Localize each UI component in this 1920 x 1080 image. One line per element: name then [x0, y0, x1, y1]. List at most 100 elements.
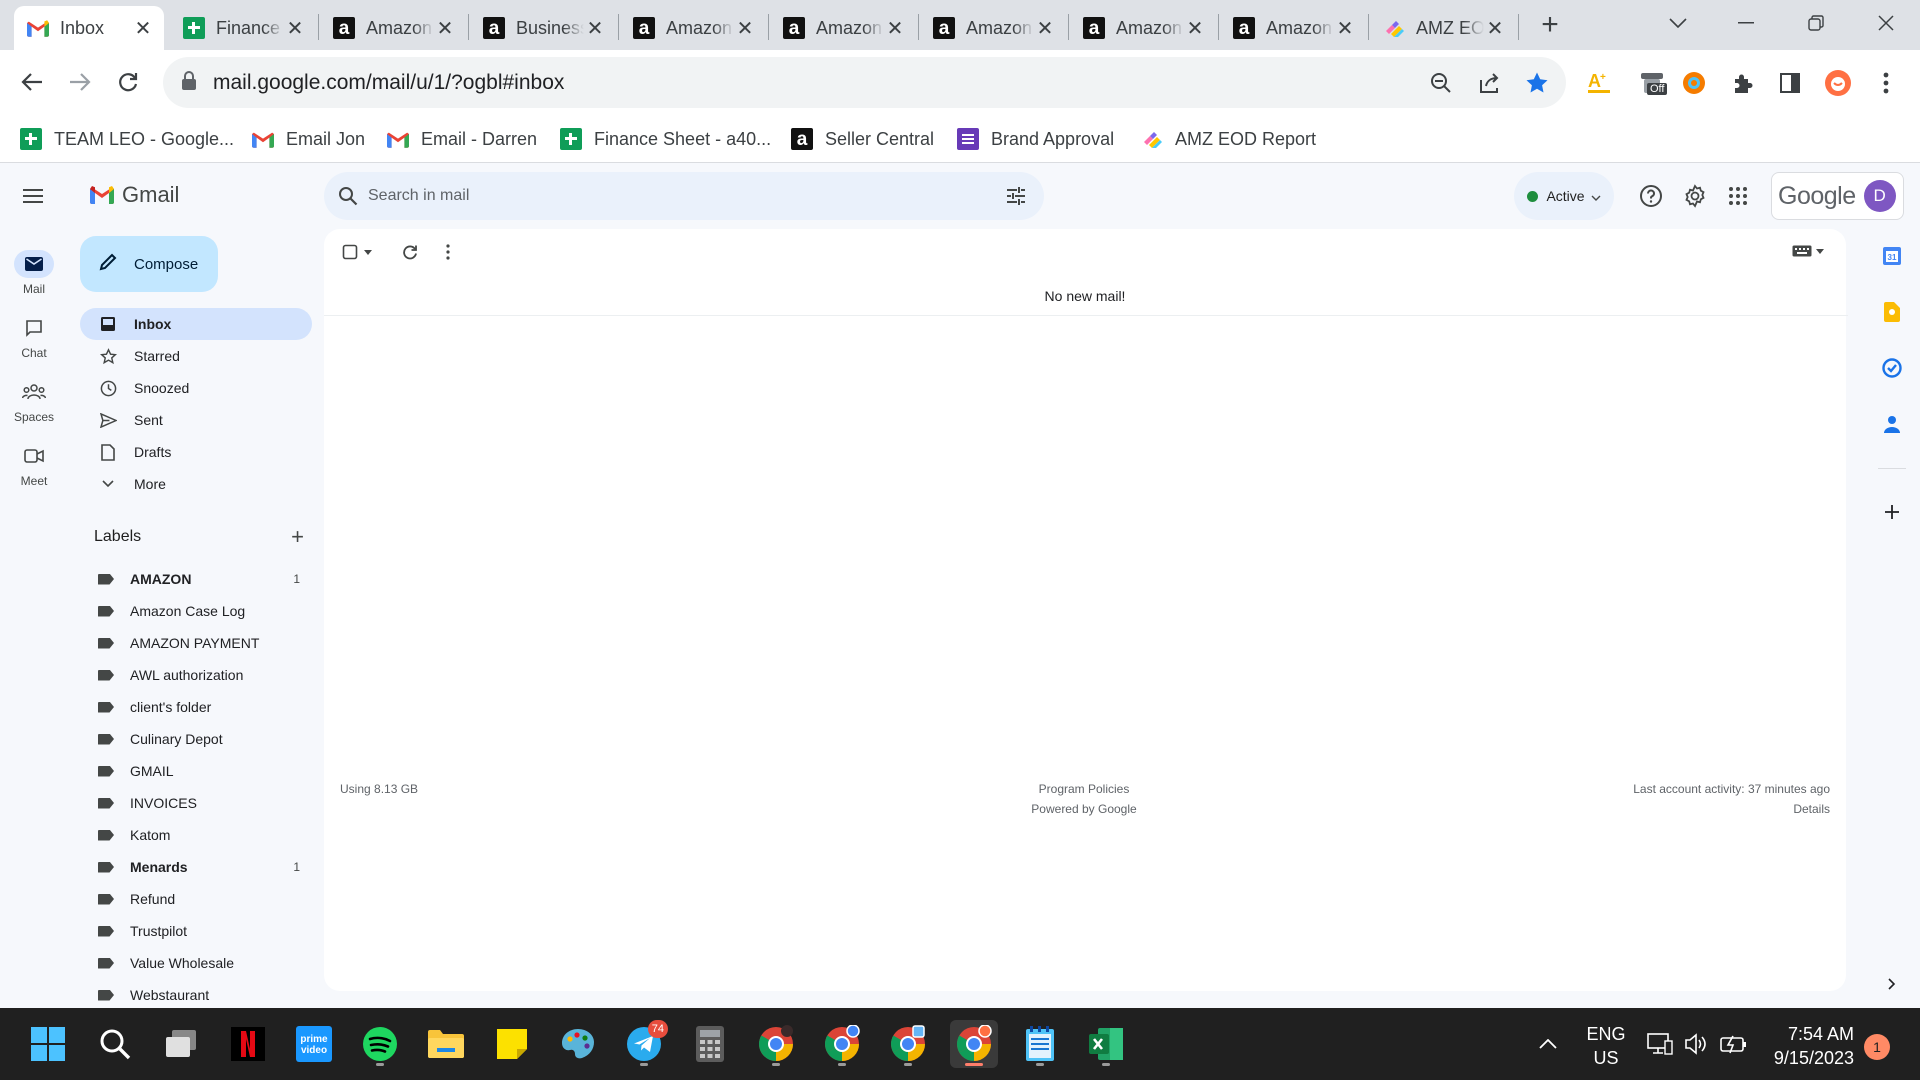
label-item[interactable]: AWL authorization	[80, 659, 312, 691]
rail-meet[interactable]: Meet	[0, 442, 68, 488]
bookmark-finance-sheet[interactable]: Finance Sheet - a40...	[560, 125, 771, 153]
label-item[interactable]: Katom	[80, 819, 312, 851]
tab-amazon[interactable]: a Amazon ✕	[1070, 6, 1216, 50]
nav-sent[interactable]: Sent	[80, 404, 312, 436]
close-icon[interactable]: ✕	[1484, 17, 1506, 40]
avatar[interactable]: D	[1863, 180, 1896, 212]
rail-spaces[interactable]: Spaces	[0, 378, 68, 424]
tab-amazon[interactable]: a Amazon ✕	[1220, 6, 1366, 50]
telegram-icon[interactable]: 74	[620, 1020, 668, 1068]
settings-gear-icon[interactable]	[1681, 182, 1709, 210]
ascout-extension-icon[interactable]: A +	[1584, 67, 1616, 99]
label-item[interactable]: Value Wholesale	[80, 947, 312, 979]
search-options-icon[interactable]	[1006, 186, 1026, 211]
profile-avatar-icon[interactable]	[1822, 67, 1854, 99]
chrome-profile-3-icon[interactable]	[884, 1020, 932, 1068]
close-window-icon[interactable]	[1866, 8, 1906, 38]
search-icon[interactable]	[91, 1020, 139, 1068]
windows-start-icon[interactable]	[24, 1020, 72, 1068]
tab-amz-eod[interactable]: AMZ EOD ✕	[1370, 6, 1516, 50]
volume-icon[interactable]	[1676, 1020, 1716, 1068]
label-item[interactable]: Menards 1	[80, 851, 312, 883]
minimize-icon[interactable]	[1726, 8, 1766, 38]
status-dropdown[interactable]: Active	[1514, 172, 1614, 220]
lock-icon[interactable]	[181, 71, 197, 96]
label-item[interactable]: Culinary Depot	[80, 723, 312, 755]
netflix-icon[interactable]	[224, 1020, 272, 1068]
close-icon[interactable]: ✕	[1334, 17, 1356, 40]
get-addons-plus-icon[interactable]	[1870, 498, 1914, 526]
coffee-off-extension-icon[interactable]: Off	[1637, 67, 1669, 99]
chrome-profile-2-icon[interactable]	[818, 1020, 866, 1068]
bookmark-star-icon[interactable]	[1523, 69, 1551, 97]
input-tools-keyboard-icon[interactable]	[1792, 245, 1824, 257]
bookmark-email-jon[interactable]: Email Jon	[252, 125, 365, 153]
tab-search-icon[interactable]	[1658, 8, 1698, 38]
network-icon[interactable]	[1640, 1020, 1680, 1068]
rail-mail[interactable]: Mail	[0, 250, 68, 296]
rail-chat[interactable]: Chat	[0, 314, 68, 360]
calculator-icon[interactable]	[686, 1020, 734, 1068]
nav-starred[interactable]: Starred	[80, 340, 312, 372]
tab-amazon[interactable]: a Amazon ✕	[770, 6, 916, 50]
close-icon[interactable]: ✕	[584, 17, 606, 40]
spotify-icon[interactable]	[356, 1020, 404, 1068]
calendar-icon[interactable]: 31	[1870, 242, 1914, 270]
tab-business[interactable]: a Business ✕	[470, 6, 616, 50]
nav-snoozed[interactable]: Snoozed	[80, 372, 312, 404]
bookmark-seller-central[interactable]: a Seller Central	[791, 125, 934, 153]
storage-usage[interactable]: Using 8.13 GB	[340, 782, 418, 796]
more-options-icon[interactable]	[446, 240, 450, 264]
label-item[interactable]: Amazon Case Log	[80, 595, 312, 627]
close-icon[interactable]: ✕	[1184, 17, 1206, 40]
nav-inbox[interactable]: Inbox	[80, 308, 312, 340]
zoom-icon[interactable]	[1427, 69, 1455, 97]
tab-finance[interactable]: Finance ✕	[170, 6, 316, 50]
label-item[interactable]: Webstaurant	[80, 979, 312, 1011]
share-icon[interactable]	[1475, 69, 1503, 97]
label-item[interactable]: Trustpilot	[80, 915, 312, 947]
battery-icon[interactable]	[1714, 1020, 1754, 1068]
close-icon[interactable]: ✕	[132, 17, 154, 40]
details-link[interactable]: Details	[1500, 802, 1830, 816]
bookmark-brand-approval[interactable]: Brand Approval	[957, 125, 1114, 153]
expand-panel-chevron-icon[interactable]	[1870, 970, 1914, 998]
paint-icon[interactable]	[554, 1020, 602, 1068]
close-icon[interactable]: ✕	[734, 17, 756, 40]
prime-video-icon[interactable]: prime video	[290, 1020, 338, 1068]
tab-amazon[interactable]: a Amazon ✕	[620, 6, 766, 50]
label-item[interactable]: AMAZON 1	[80, 563, 312, 595]
extensions-puzzle-icon[interactable]	[1727, 67, 1759, 99]
bookmark-amz-eod-report[interactable]: AMZ EOD Report	[1141, 125, 1316, 153]
tab-amazon[interactable]: a Amazon ✕	[320, 6, 466, 50]
select-all-checkbox[interactable]	[342, 240, 358, 264]
orange-circle-extension-icon[interactable]	[1678, 67, 1710, 99]
close-icon[interactable]: ✕	[884, 17, 906, 40]
excel-icon[interactable]	[1082, 1020, 1130, 1068]
label-item[interactable]: AMAZON PAYMENT	[80, 627, 312, 659]
gmail-logo[interactable]: Gmail	[90, 182, 179, 208]
side-panel-icon[interactable]	[1774, 67, 1806, 99]
bookmark-email-darren[interactable]: Email - Darren	[387, 125, 537, 153]
new-tab-button[interactable]: +	[1535, 8, 1565, 42]
program-policies-link[interactable]: Program Policies	[984, 782, 1184, 796]
notification-badge[interactable]: 1	[1864, 1034, 1890, 1060]
search-input[interactable]: Search in mail	[324, 172, 1044, 220]
forward-icon[interactable]	[60, 62, 100, 102]
add-label-icon[interactable]: +	[291, 524, 304, 550]
label-item[interactable]: GMAIL	[80, 755, 312, 787]
nav-drafts[interactable]: Drafts	[80, 436, 312, 468]
back-icon[interactable]	[12, 62, 52, 102]
search-icon[interactable]	[338, 186, 358, 211]
tab-amazon[interactable]: a Amazon ✕	[920, 6, 1066, 50]
chrome-menu-icon[interactable]	[1870, 67, 1902, 99]
show-hidden-icons-chevron-icon[interactable]	[1526, 1020, 1570, 1068]
chrome-profile-1-icon[interactable]	[752, 1020, 800, 1068]
language-indicator[interactable]: ENG US	[1578, 1022, 1634, 1070]
help-icon[interactable]	[1637, 182, 1665, 210]
chrome-active-icon[interactable]	[950, 1020, 998, 1068]
apps-grid-icon[interactable]	[1724, 182, 1752, 210]
sticky-notes-icon[interactable]	[488, 1020, 536, 1068]
account-switcher[interactable]: Google D	[1771, 172, 1904, 220]
reload-icon[interactable]	[108, 62, 148, 102]
